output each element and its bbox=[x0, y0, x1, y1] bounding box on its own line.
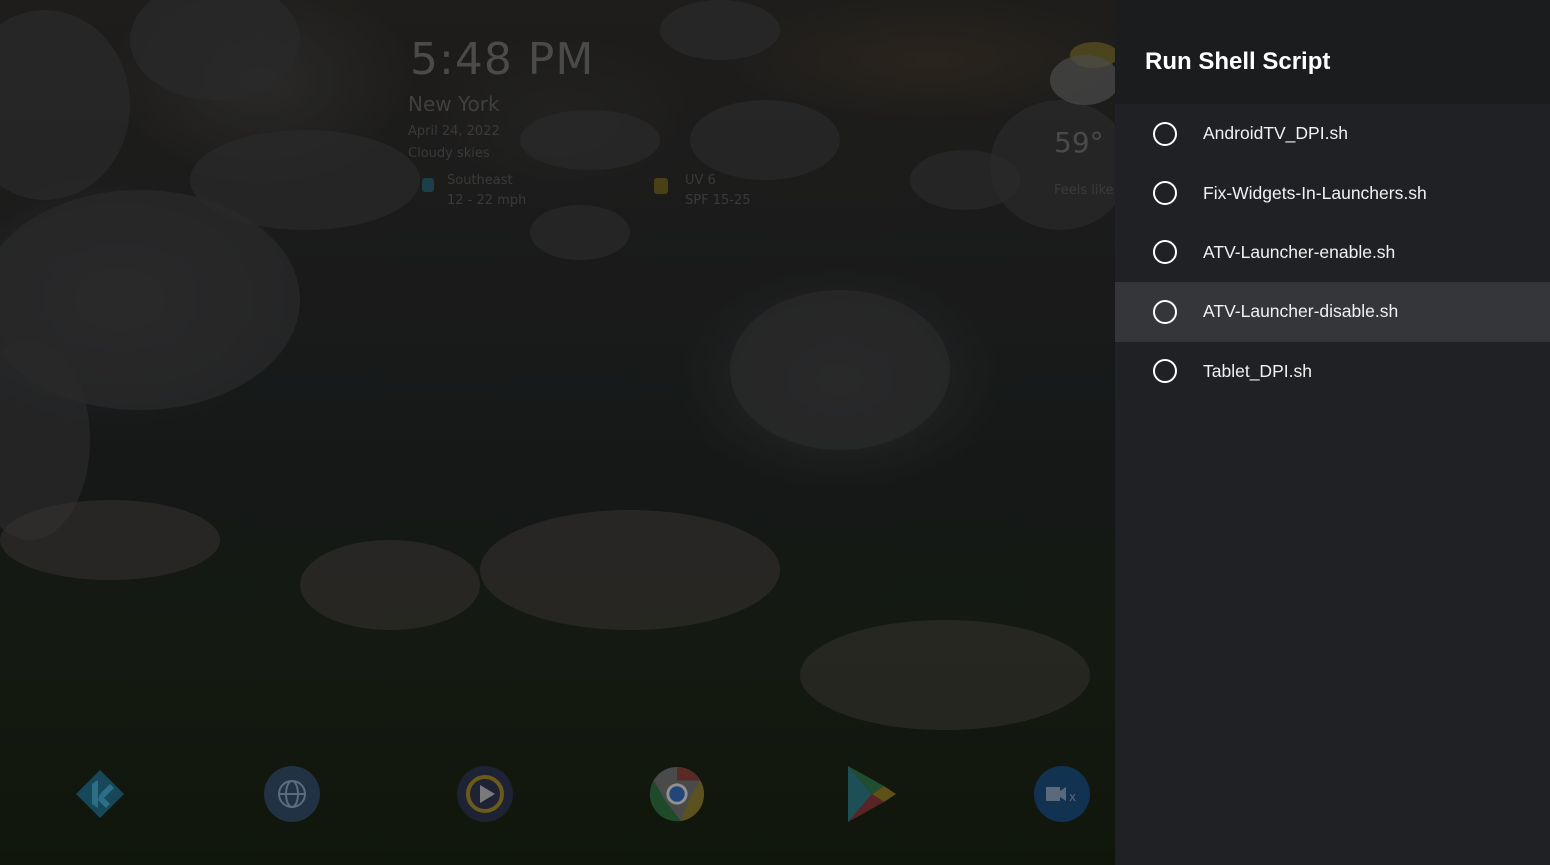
dock-app-globe[interactable] bbox=[262, 764, 322, 824]
uv-icon bbox=[654, 178, 668, 194]
panel-header: Run Shell Script bbox=[1115, 0, 1550, 104]
dock-app-kodi[interactable] bbox=[70, 764, 130, 824]
kodi-icon bbox=[72, 766, 128, 822]
uv-index: UV 6 bbox=[685, 173, 716, 188]
radio-button-icon[interactable] bbox=[1153, 240, 1177, 265]
panel-title: Run Shell Script bbox=[1145, 48, 1331, 75]
weather-condition: Cloudy skies bbox=[408, 146, 490, 161]
script-option-atv-launcher-disable[interactable]: ATV-Launcher-disable.sh bbox=[1115, 282, 1550, 342]
dock-app-chrome[interactable] bbox=[647, 764, 707, 824]
uv-spf: SPF 15-25 bbox=[685, 193, 751, 208]
weather-date: April 24, 2022 bbox=[408, 124, 500, 139]
run-shell-script-panel: Run Shell Script AndroidTV_DPI.sh Fix-Wi… bbox=[1115, 0, 1550, 865]
wind-info: Southeast 12 - 22 mph bbox=[447, 171, 526, 211]
script-option-tablet-dpi[interactable]: Tablet_DPI.sh bbox=[1115, 342, 1550, 401]
temperature: 59° bbox=[1054, 126, 1104, 159]
mx-player-icon: x bbox=[1034, 766, 1090, 822]
script-option-fix-widgets[interactable]: Fix-Widgets-In-Launchers.sh bbox=[1115, 163, 1550, 222]
weather-city: New York bbox=[408, 92, 500, 116]
script-list: AndroidTV_DPI.sh Fix-Widgets-In-Launcher… bbox=[1115, 104, 1550, 401]
globe-headset-icon bbox=[264, 766, 320, 822]
feels-like: Feels like bbox=[1054, 183, 1114, 198]
dim-overlay bbox=[0, 0, 1115, 865]
play-store-icon bbox=[842, 766, 898, 822]
script-option-label: Fix-Widgets-In-Launchers.sh bbox=[1203, 182, 1427, 203]
uv-info: UV 6 SPF 15-25 bbox=[685, 171, 750, 211]
wind-icon bbox=[422, 178, 434, 192]
radio-button-icon[interactable] bbox=[1153, 121, 1177, 146]
radio-button-icon[interactable] bbox=[1153, 299, 1177, 324]
dock-app-mx-player[interactable]: x bbox=[1032, 764, 1092, 824]
svg-text:x: x bbox=[1069, 790, 1076, 804]
script-option-label: ATV-Launcher-enable.sh bbox=[1203, 241, 1396, 262]
radio-button-icon[interactable] bbox=[1153, 181, 1177, 206]
player-icon bbox=[457, 766, 513, 822]
cloud-icon bbox=[1050, 55, 1115, 105]
wind-direction: Southeast bbox=[447, 173, 513, 188]
script-option-label: Tablet_DPI.sh bbox=[1203, 360, 1312, 381]
launcher-background: 5:48 PM New York April 24, 2022 Cloudy s… bbox=[0, 0, 1115, 865]
script-option-label: ATV-Launcher-disable.sh bbox=[1203, 301, 1399, 322]
dock-app-play-store[interactable] bbox=[840, 764, 900, 824]
chrome-icon bbox=[649, 766, 705, 822]
radio-button-icon[interactable] bbox=[1153, 359, 1177, 384]
script-option-label: AndroidTV_DPI.sh bbox=[1203, 123, 1348, 144]
dock-app-player[interactable] bbox=[455, 764, 515, 824]
clock: 5:48 PM bbox=[410, 34, 595, 85]
script-option-androidtv-dpi[interactable]: AndroidTV_DPI.sh bbox=[1115, 104, 1550, 163]
wind-speed: 12 - 22 mph bbox=[447, 193, 527, 208]
script-option-atv-launcher-enable[interactable]: ATV-Launcher-enable.sh bbox=[1115, 223, 1550, 282]
